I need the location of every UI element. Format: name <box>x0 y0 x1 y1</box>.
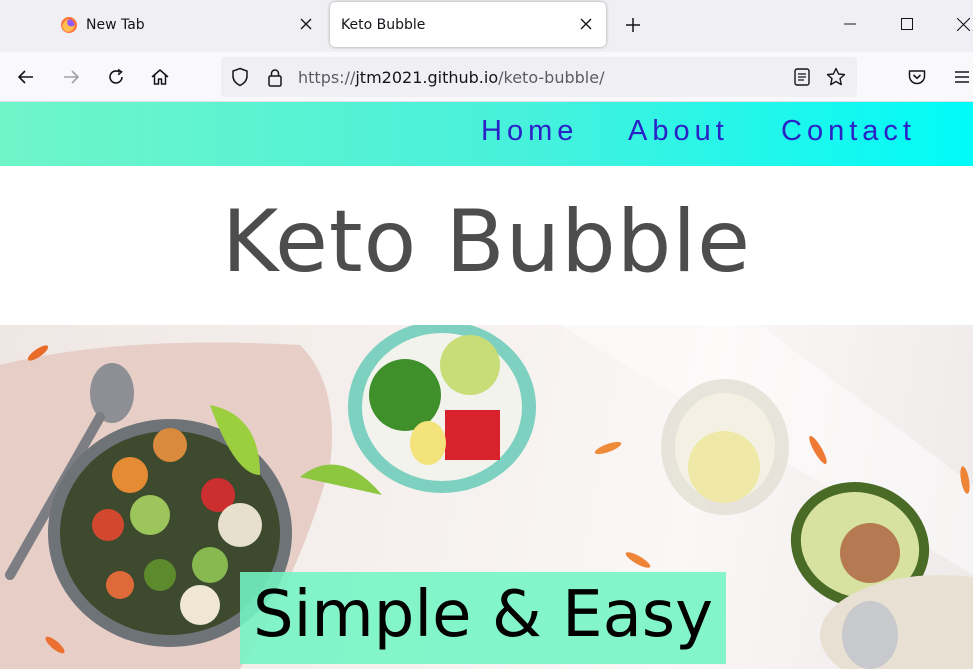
minimize-button[interactable] <box>830 8 870 40</box>
url-host: jtm2021.github.io <box>355 68 499 87</box>
arrow-right-icon <box>64 70 80 84</box>
url-text[interactable]: https://jtm2021.github.io/keto-bubble/ <box>298 68 604 87</box>
close-icon <box>956 17 970 31</box>
lock-icon[interactable] <box>265 67 285 87</box>
tagline: Simple & Easy <box>253 578 713 652</box>
pocket-icon <box>908 70 926 85</box>
home-button[interactable] <box>146 63 174 91</box>
pocket-button[interactable] <box>903 63 931 91</box>
browser-tab-strip: New Tab Keto Bubble <box>0 0 973 52</box>
back-button[interactable] <box>12 63 40 91</box>
tab-title: New Tab <box>86 16 145 33</box>
window-close-button[interactable] <box>943 8 973 40</box>
tagline-banner: Simple & Easy <box>240 572 726 664</box>
close-icon[interactable] <box>576 14 596 34</box>
url-scheme: https:// <box>298 68 356 87</box>
reload-button[interactable] <box>102 63 130 91</box>
home-icon <box>151 69 169 85</box>
menu-button[interactable] <box>948 63 973 91</box>
plus-icon <box>626 18 640 32</box>
title-section: Keto Bubble <box>0 166 973 325</box>
address-bar[interactable]: https://jtm2021.github.io/keto-bubble/ <box>221 57 857 97</box>
minimize-icon <box>844 23 856 25</box>
nav-link-contact[interactable]: Contact <box>781 115 916 148</box>
maximize-button[interactable] <box>887 8 927 40</box>
shield-icon[interactable] <box>230 67 250 87</box>
new-tab-button[interactable] <box>620 12 646 38</box>
bookmark-star-icon[interactable] <box>826 67 846 87</box>
url-path: /keto-bubble/ <box>498 68 605 87</box>
firefox-icon <box>61 16 77 33</box>
tab-title: Keto Bubble <box>341 16 426 33</box>
close-icon[interactable] <box>296 14 316 34</box>
nav-link-about[interactable]: About <box>628 115 729 148</box>
reader-view-icon[interactable] <box>792 67 812 87</box>
forward-button[interactable] <box>57 63 85 91</box>
hamburger-menu-icon <box>955 71 969 83</box>
tab-keto-bubble[interactable]: Keto Bubble <box>330 2 606 47</box>
maximize-icon <box>901 18 913 30</box>
browser-toolbar: https://jtm2021.github.io/keto-bubble/ <box>0 52 973 102</box>
reload-icon <box>109 68 123 84</box>
tab-new-tab[interactable]: New Tab <box>48 2 326 47</box>
nav-link-home[interactable]: Home <box>481 115 578 148</box>
page-title: Keto Bubble <box>221 192 752 292</box>
site-header: Home About Contact <box>0 102 973 166</box>
arrow-left-icon <box>17 70 33 84</box>
